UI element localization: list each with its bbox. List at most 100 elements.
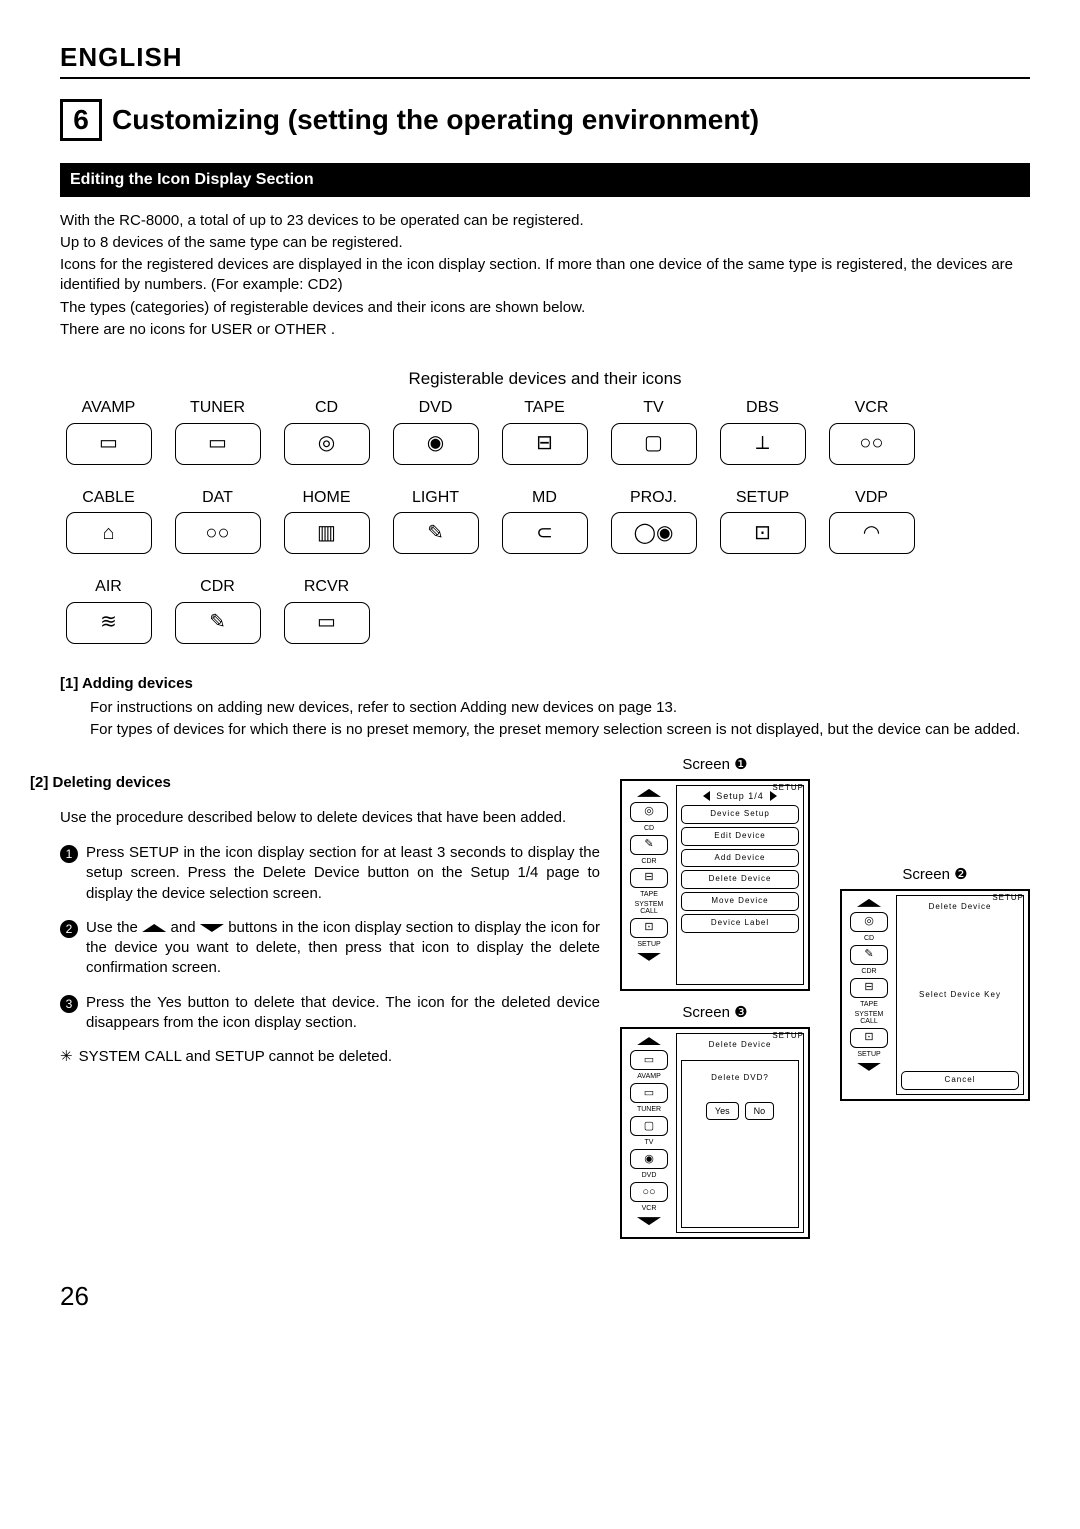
down-arrow-icon	[200, 924, 224, 932]
section-number-box: 6	[60, 99, 102, 141]
device-icon-cell: AVAMP ▭	[60, 397, 157, 465]
step-item: 2 Use the and buttons in the icon displa…	[60, 918, 600, 979]
side-device-label: TAPE	[860, 1001, 878, 1008]
menu-button[interactable]: Delete Device	[681, 870, 799, 889]
screen2: SETUP ◎CD✎CDR⊟TAPESYSTEM CALL⊡SETUP Dele…	[840, 889, 1030, 1101]
step-item: 3 Press the Yes button to delete that de…	[60, 993, 600, 1034]
intro-line: The types (categories) of registerable d…	[60, 298, 1030, 318]
scroll-up-icon[interactable]	[626, 1035, 672, 1047]
side-device-label: DVD	[642, 1172, 657, 1179]
device-icon: ≋	[66, 602, 152, 644]
device-icon: ▢	[611, 423, 697, 465]
menu-button[interactable]: Edit Device	[681, 827, 799, 846]
device-icon-cell: CDR ✎	[169, 576, 266, 644]
menu-button[interactable]: Device Setup	[681, 805, 799, 824]
device-icon: ⊂	[502, 512, 588, 554]
screen3: SETUP ▭AVAMP▭TUNER▢TV◉DVD○○VCR Delete De…	[620, 1027, 810, 1239]
side-device-icon[interactable]: ✎	[630, 835, 668, 855]
step-item: 1 Press SETUP in the icon display sectio…	[60, 843, 600, 904]
screen2-label: Screen ❷	[840, 865, 1030, 885]
sub1-body: For instructions on adding new devices, …	[90, 698, 1030, 741]
section-title: Customizing (setting the operating envir…	[112, 101, 759, 139]
sub1-heading: [1] Adding devices	[60, 674, 1030, 694]
device-icon-cell: CD◎	[278, 397, 375, 465]
side-device-icon[interactable]: ▭	[630, 1050, 668, 1070]
device-icon-cell: DVD◉	[387, 397, 484, 465]
side-device-icon[interactable]: ⊡	[630, 918, 668, 938]
side-device-icon[interactable]: ◎	[630, 802, 668, 822]
scroll-up-icon[interactable]	[846, 897, 892, 909]
side-system-label: SYSTEM CALL	[846, 1011, 892, 1025]
side-device-icon[interactable]: ○○	[630, 1182, 668, 1202]
step-text: Press the Yes button to delete that devi…	[86, 993, 600, 1034]
device-icon: ◯◉	[611, 512, 697, 554]
side-device-label: VCR	[642, 1205, 657, 1212]
device-icon-label: AVAMP	[60, 397, 157, 419]
no-button[interactable]: No	[745, 1102, 775, 1120]
device-icon-label: SETUP	[714, 487, 811, 509]
scroll-down-icon[interactable]	[626, 951, 672, 963]
sub1-line: For types of devices for which there is …	[90, 720, 1030, 740]
side-device-icon[interactable]: ◉	[630, 1149, 668, 1169]
device-icon-label: CD	[278, 397, 375, 419]
device-icon-cell: HOME ▥	[278, 487, 375, 555]
device-icon-label: HOME	[278, 487, 375, 509]
device-icon-cell: CABLE ⌂	[60, 487, 157, 555]
step-list: 1 Press SETUP in the icon display sectio…	[60, 843, 600, 1033]
side-device-label: CD	[644, 825, 654, 832]
menu-button[interactable]: Device Label	[681, 914, 799, 933]
side-device-label: TV	[645, 1139, 654, 1146]
step-text: Use the and buttons in the icon display …	[86, 918, 600, 979]
device-icon: ✎	[175, 602, 261, 644]
side-device-label: TUNER	[637, 1106, 661, 1113]
device-icon-cell: LIGHT✎	[387, 487, 484, 555]
subsection-bar: Editing the Icon Display Section	[60, 163, 1030, 197]
step-text-part: buttons in the icon display section to d…	[86, 919, 600, 977]
icon-grid: AVAMP▭TUNER▭CD◎DVD◉TAPE⊟TV▢DBS⟂VCR○○CABL…	[60, 397, 920, 644]
device-icon-label: MD	[496, 487, 593, 509]
side-device-icon[interactable]: ✎	[850, 945, 888, 965]
device-icon-label: CABLE	[60, 487, 157, 509]
side-device-icon[interactable]: ▭	[630, 1083, 668, 1103]
up-arrow-icon	[142, 924, 166, 932]
side-device-label: SETUP	[637, 941, 660, 948]
device-icon: ⌂	[66, 512, 152, 554]
device-icon: ○○	[175, 512, 261, 554]
device-icon-label: DAT	[169, 487, 266, 509]
side-system-label: SYSTEM CALL	[626, 901, 672, 915]
device-icon: ▭	[66, 423, 152, 465]
device-icon-cell: PROJ.◯◉	[605, 487, 702, 555]
menu-button[interactable]: Move Device	[681, 892, 799, 911]
device-icon: ▥	[284, 512, 370, 554]
side-device-icon[interactable]: ◎	[850, 912, 888, 932]
device-icon-label: CDR	[169, 576, 266, 598]
side-device-icon[interactable]: ⊟	[850, 978, 888, 998]
scroll-up-icon[interactable]	[626, 787, 672, 799]
yes-button[interactable]: Yes	[706, 1102, 739, 1120]
intro-text: With the RC-8000, a total of up to 23 de…	[60, 211, 1030, 341]
screen2-tag: SETUP	[992, 893, 1024, 904]
side-device-label: CDR	[641, 858, 656, 865]
cancel-button[interactable]: Cancel	[901, 1071, 1019, 1090]
scroll-down-icon[interactable]	[846, 1061, 892, 1073]
device-icon: ⟂	[720, 423, 806, 465]
device-icon-cell: AIR≋	[60, 576, 157, 644]
intro-line: With the RC-8000, a total of up to 23 de…	[60, 211, 1030, 231]
menu-button[interactable]: Add Device	[681, 849, 799, 868]
intro-line: Icons for the registered devices are dis…	[60, 255, 1030, 296]
device-icon-label: VDP	[823, 487, 920, 509]
side-device-label: SETUP	[857, 1051, 880, 1058]
device-icon-cell: DAT ○○	[169, 487, 266, 555]
side-device-icon[interactable]: ⊡	[850, 1028, 888, 1048]
side-device-label: CD	[864, 935, 874, 942]
scroll-down-icon[interactable]	[626, 1215, 672, 1227]
language-header: ENGLISH	[60, 40, 1030, 75]
side-device-label: CDR	[861, 968, 876, 975]
device-icon-label: RCVR	[278, 576, 375, 598]
device-icon: ⊟	[502, 423, 588, 465]
side-device-icon[interactable]: ⊟	[630, 868, 668, 888]
step-text: Press SETUP in the icon display section …	[86, 843, 600, 904]
left-triangle-icon	[703, 791, 710, 801]
sub2-intro: Use the procedure described below to del…	[60, 808, 600, 828]
side-device-icon[interactable]: ▢	[630, 1116, 668, 1136]
